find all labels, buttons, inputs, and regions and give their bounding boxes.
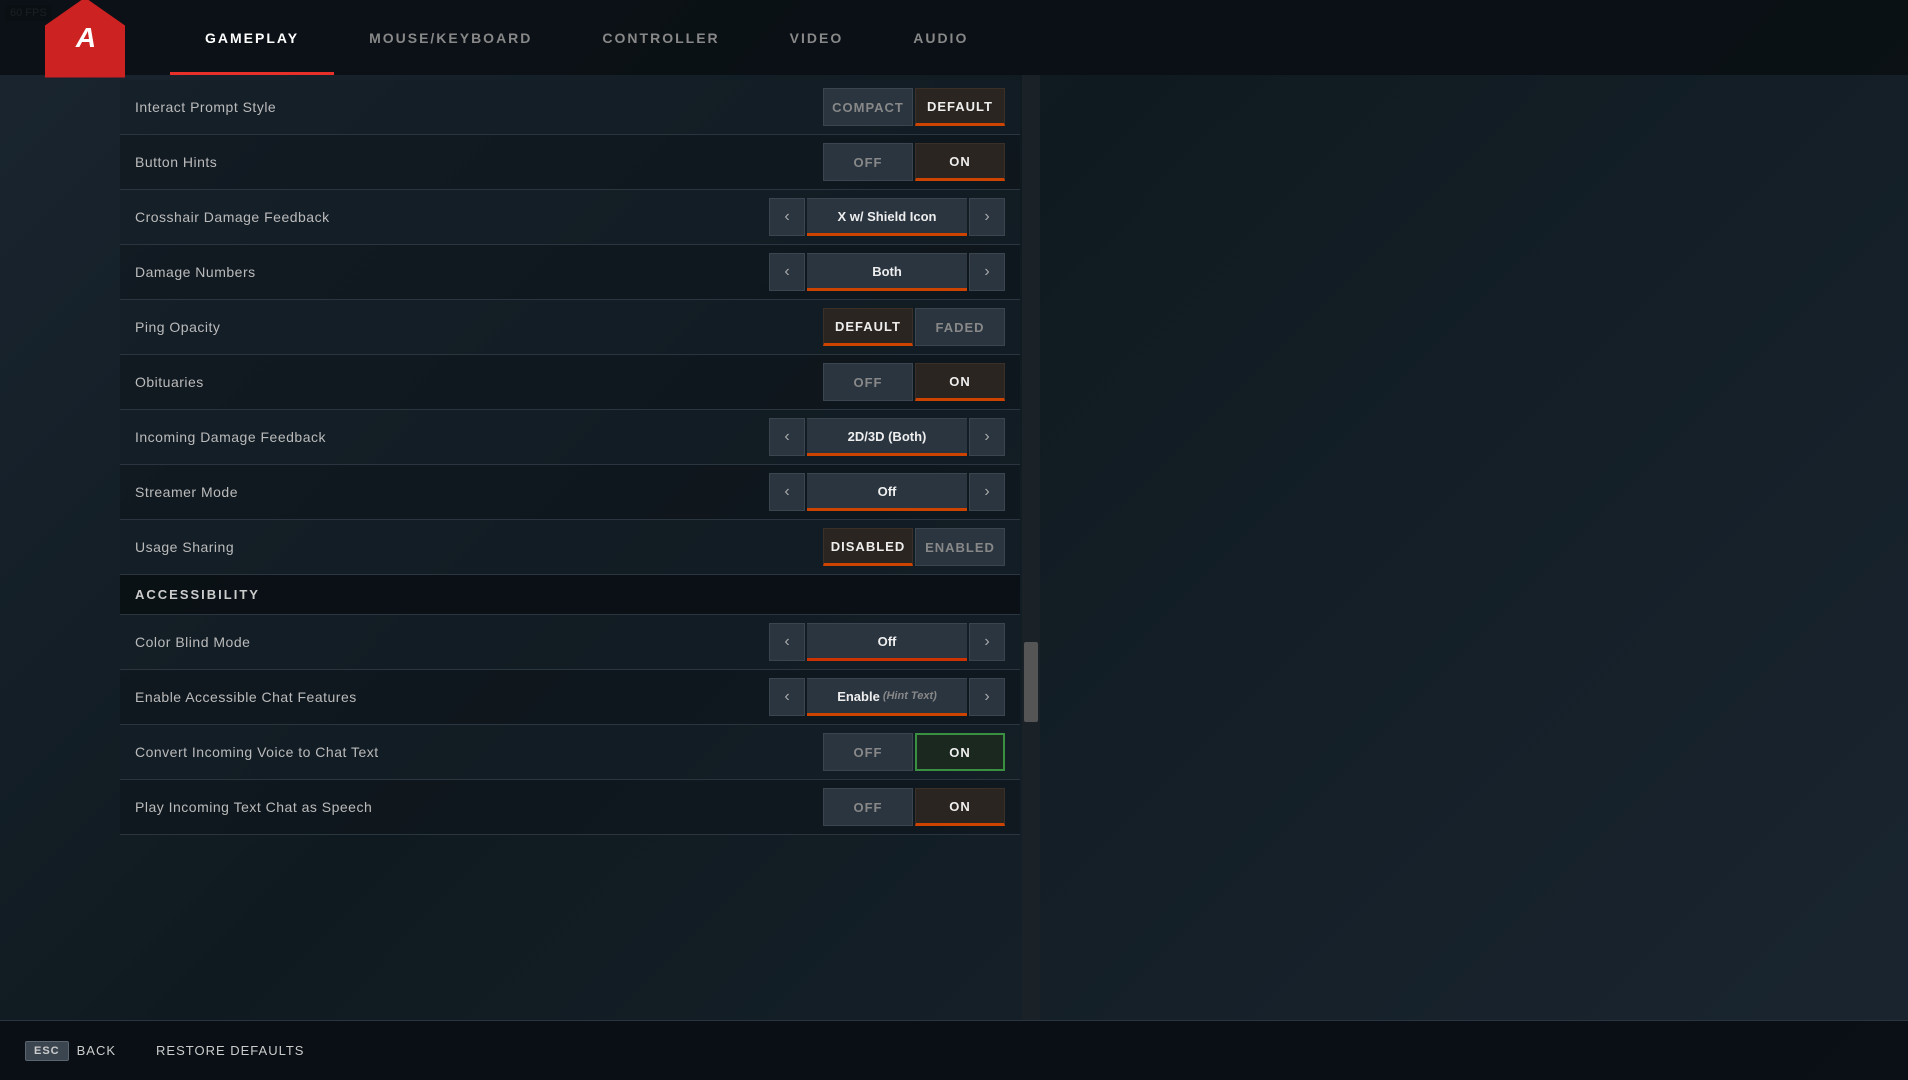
tab-gameplay[interactable]: GAMEPLAY	[170, 0, 334, 75]
restore-defaults-label: Restore Defaults	[156, 1043, 304, 1058]
label-color-blind-mode: Color Blind Mode	[135, 634, 769, 650]
control-obituaries: Off On	[823, 363, 1005, 401]
btn-button-hints-off[interactable]: Off	[823, 143, 913, 181]
btn-play-text-on[interactable]: On	[915, 788, 1005, 826]
control-crosshair-damage-feedback: ‹ X w/ Shield Icon ›	[769, 198, 1005, 236]
label-ping-opacity: Ping Opacity	[135, 319, 823, 335]
btn-streamer-mode-next[interactable]: ›	[969, 473, 1005, 511]
btn-obituaries-on[interactable]: On	[915, 363, 1005, 401]
btn-convert-voice-off[interactable]: Off	[823, 733, 913, 771]
btn-ping-faded[interactable]: Faded	[915, 308, 1005, 346]
btn-damage-numbers-prev[interactable]: ‹	[769, 253, 805, 291]
main-content: Interact Prompt Style Compact Default Bu…	[120, 75, 1908, 1020]
back-label: Back	[77, 1043, 116, 1058]
row-usage-sharing: Usage Sharing Disabled Enabled	[120, 520, 1020, 575]
apex-logo: A	[45, 0, 125, 78]
section-title-accessibility: ACCESSIBILITY	[135, 587, 260, 602]
label-crosshair-damage-feedback: Crosshair Damage Feedback	[135, 209, 769, 225]
btn-crosshair-next[interactable]: ›	[969, 198, 1005, 236]
section-header-accessibility: ACCESSIBILITY	[120, 575, 1020, 615]
scrollbar-thumb[interactable]	[1024, 642, 1038, 722]
top-nav: A GAMEPLAY MOUSE/KEYBOARD CONTROLLER VID…	[0, 0, 1908, 75]
btn-usage-disabled[interactable]: Disabled	[823, 528, 913, 566]
btn-accessible-chat-prev[interactable]: ‹	[769, 678, 805, 716]
btn-color-blind-prev[interactable]: ‹	[769, 623, 805, 661]
control-color-blind-mode: ‹ Off ›	[769, 623, 1005, 661]
settings-list: Interact Prompt Style Compact Default Bu…	[120, 75, 1020, 840]
row-ping-opacity: Ping Opacity Default Faded	[120, 300, 1020, 355]
row-interact-prompt-style: Interact Prompt Style Compact Default	[120, 80, 1020, 135]
btn-compact[interactable]: Compact	[823, 88, 913, 126]
logo-text: A	[76, 22, 94, 54]
btn-streamer-mode-prev[interactable]: ‹	[769, 473, 805, 511]
value-damage-numbers: Both	[807, 253, 967, 291]
row-damage-numbers: Damage Numbers ‹ Both ›	[120, 245, 1020, 300]
control-incoming-damage-feedback: ‹ 2D/3D (Both) ›	[769, 418, 1005, 456]
row-incoming-damage-feedback: Incoming Damage Feedback ‹ 2D/3D (Both) …	[120, 410, 1020, 465]
hint-text-accessible-chat: (Hint Text)	[883, 690, 937, 702]
control-damage-numbers: ‹ Both ›	[769, 253, 1005, 291]
label-usage-sharing: Usage Sharing	[135, 539, 823, 555]
label-streamer-mode: Streamer Mode	[135, 484, 769, 500]
btn-usage-enabled[interactable]: Enabled	[915, 528, 1005, 566]
control-usage-sharing: Disabled Enabled	[823, 528, 1005, 566]
settings-panel: Interact Prompt Style Compact Default Bu…	[120, 75, 1040, 1020]
row-accessible-chat: Enable Accessible Chat Features ‹ Enable…	[120, 670, 1020, 725]
control-streamer-mode: ‹ Off ›	[769, 473, 1005, 511]
row-play-incoming-text: Play Incoming Text Chat as Speech Off On	[120, 780, 1020, 835]
value-crosshair-damage-feedback: X w/ Shield Icon	[807, 198, 967, 236]
tab-video[interactable]: VIDEO	[755, 0, 879, 75]
control-interact-prompt-style: Compact Default	[823, 88, 1005, 126]
row-convert-incoming-voice: Convert Incoming Voice to Chat Text Off …	[120, 725, 1020, 780]
row-crosshair-damage-feedback: Crosshair Damage Feedback ‹ X w/ Shield …	[120, 190, 1020, 245]
back-action[interactable]: ESC Back	[25, 1041, 116, 1061]
btn-incoming-damage-prev[interactable]: ‹	[769, 418, 805, 456]
row-streamer-mode: Streamer Mode ‹ Off ›	[120, 465, 1020, 520]
btn-crosshair-prev[interactable]: ‹	[769, 198, 805, 236]
value-accessible-chat: Enable(Hint Text)	[807, 678, 967, 716]
logo-area: A	[20, 0, 150, 78]
label-obituaries: Obituaries	[135, 374, 823, 390]
scrollbar[interactable]	[1022, 75, 1040, 1020]
label-damage-numbers: Damage Numbers	[135, 264, 769, 280]
btn-obituaries-off[interactable]: Off	[823, 363, 913, 401]
value-color-blind-mode: Off	[807, 623, 967, 661]
tab-controller[interactable]: CONTROLLER	[567, 0, 754, 75]
btn-play-text-off[interactable]: Off	[823, 788, 913, 826]
btn-convert-voice-on[interactable]: On	[915, 733, 1005, 771]
btn-incoming-damage-next[interactable]: ›	[969, 418, 1005, 456]
btn-damage-numbers-next[interactable]: ›	[969, 253, 1005, 291]
value-incoming-damage-feedback: 2D/3D (Both)	[807, 418, 967, 456]
restore-defaults-action[interactable]: Restore Defaults	[156, 1043, 304, 1058]
row-button-hints: Button Hints Off On	[120, 135, 1020, 190]
control-play-incoming-text: Off On	[823, 788, 1005, 826]
label-convert-incoming-voice: Convert Incoming Voice to Chat Text	[135, 744, 823, 760]
control-ping-opacity: Default Faded	[823, 308, 1005, 346]
label-interact-prompt-style: Interact Prompt Style	[135, 99, 823, 115]
control-accessible-chat: ‹ Enable(Hint Text) ›	[769, 678, 1005, 716]
esc-key-badge: ESC	[25, 1041, 69, 1061]
label-play-incoming-text: Play Incoming Text Chat as Speech	[135, 799, 823, 815]
tab-audio[interactable]: AUDIO	[878, 0, 1003, 75]
btn-color-blind-next[interactable]: ›	[969, 623, 1005, 661]
tab-mouse-keyboard[interactable]: MOUSE/KEYBOARD	[334, 0, 567, 75]
value-streamer-mode: Off	[807, 473, 967, 511]
btn-accessible-chat-next[interactable]: ›	[969, 678, 1005, 716]
label-accessible-chat: Enable Accessible Chat Features	[135, 689, 769, 705]
bottom-bar: ESC Back Restore Defaults	[0, 1020, 1908, 1080]
control-button-hints: Off On	[823, 143, 1005, 181]
btn-button-hints-on[interactable]: On	[915, 143, 1005, 181]
label-button-hints: Button Hints	[135, 154, 823, 170]
label-incoming-damage-feedback: Incoming Damage Feedback	[135, 429, 769, 445]
row-color-blind-mode: Color Blind Mode ‹ Off ›	[120, 615, 1020, 670]
btn-ping-default[interactable]: Default	[823, 308, 913, 346]
row-obituaries: Obituaries Off On	[120, 355, 1020, 410]
btn-default[interactable]: Default	[915, 88, 1005, 126]
control-convert-incoming-voice: Off On	[823, 733, 1005, 771]
nav-tabs: GAMEPLAY MOUSE/KEYBOARD CONTROLLER VIDEO…	[170, 0, 1003, 75]
